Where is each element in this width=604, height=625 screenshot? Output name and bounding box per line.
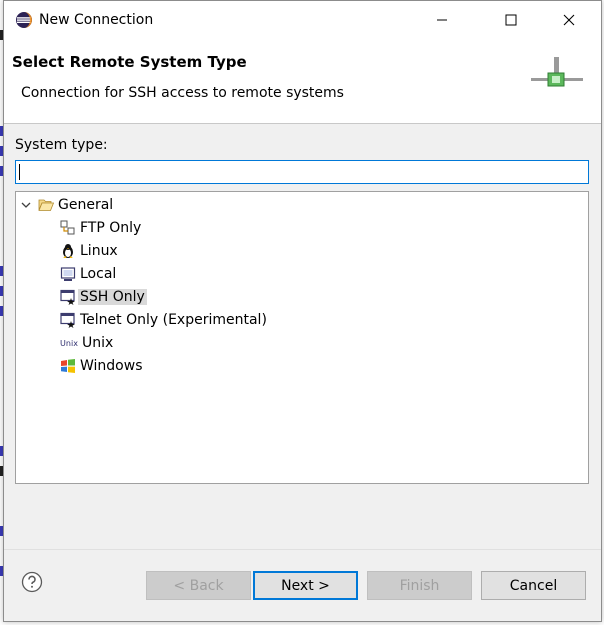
page-description: Connection for SSH access to remote syst… [21,85,344,101]
tree-item-unix[interactable]: Unix Unix [60,332,113,354]
tree-node-label: General [58,197,114,213]
back-button[interactable]: < Back [146,571,251,600]
tree-item-label: Unix [82,335,114,351]
system-type-label: System type: [15,137,108,153]
title-bar[interactable]: New Connection [4,1,601,39]
minimize-icon [437,19,447,21]
unix-icon: Unix [60,338,78,348]
tree-item-telnet-only[interactable]: Telnet Only (Experimental) [60,309,267,331]
telnet-terminal-icon [60,312,76,328]
tree-item-label: Local [80,266,117,282]
finish-button[interactable]: Finish [367,571,472,600]
system-type-tree[interactable]: General FTP Only Linux Local SSH Only Te… [15,191,589,484]
footer-separator [4,549,601,550]
tree-node-general[interactable]: General [20,194,113,216]
windows-icon [60,358,76,374]
close-icon [563,14,575,26]
tree-item-label: FTP Only [80,220,142,236]
tree-item-label: SSH Only [78,289,147,305]
tree-item-ssh-only[interactable]: SSH Only [60,286,147,308]
tree-item-linux[interactable]: Linux [60,240,118,262]
eclipse-app-icon [16,12,32,28]
network-connection-icon [531,57,583,87]
maximize-icon [505,14,517,26]
system-type-filter-input[interactable] [15,160,589,184]
tree-item-label: Linux [80,243,118,259]
window-title: New Connection [39,12,154,28]
minimize-button[interactable] [419,1,465,39]
tree-item-ftp-only[interactable]: FTP Only [60,217,141,239]
help-icon[interactable] [21,571,43,593]
ssh-terminal-icon [60,289,76,305]
new-connection-dialog: New Connection Select Remote System Type… [3,0,602,622]
local-computer-icon [60,266,76,282]
tree-item-label: Telnet Only (Experimental) [80,312,267,328]
maximize-button[interactable] [488,1,534,39]
cancel-button[interactable]: Cancel [481,571,586,600]
text-caret [19,164,20,180]
page-title: Select Remote System Type [12,53,247,71]
next-button[interactable]: Next > [253,571,358,600]
ftp-icon [60,220,76,236]
close-button[interactable] [546,1,592,39]
linux-penguin-icon [60,243,76,259]
tree-item-local[interactable]: Local [60,263,116,285]
tree-item-windows[interactable]: Windows [60,355,143,377]
chevron-down-icon[interactable] [20,199,32,211]
wizard-header: Select Remote System Type Connection for… [4,39,601,124]
open-folder-icon [38,197,54,213]
tree-item-label: Windows [80,358,143,374]
